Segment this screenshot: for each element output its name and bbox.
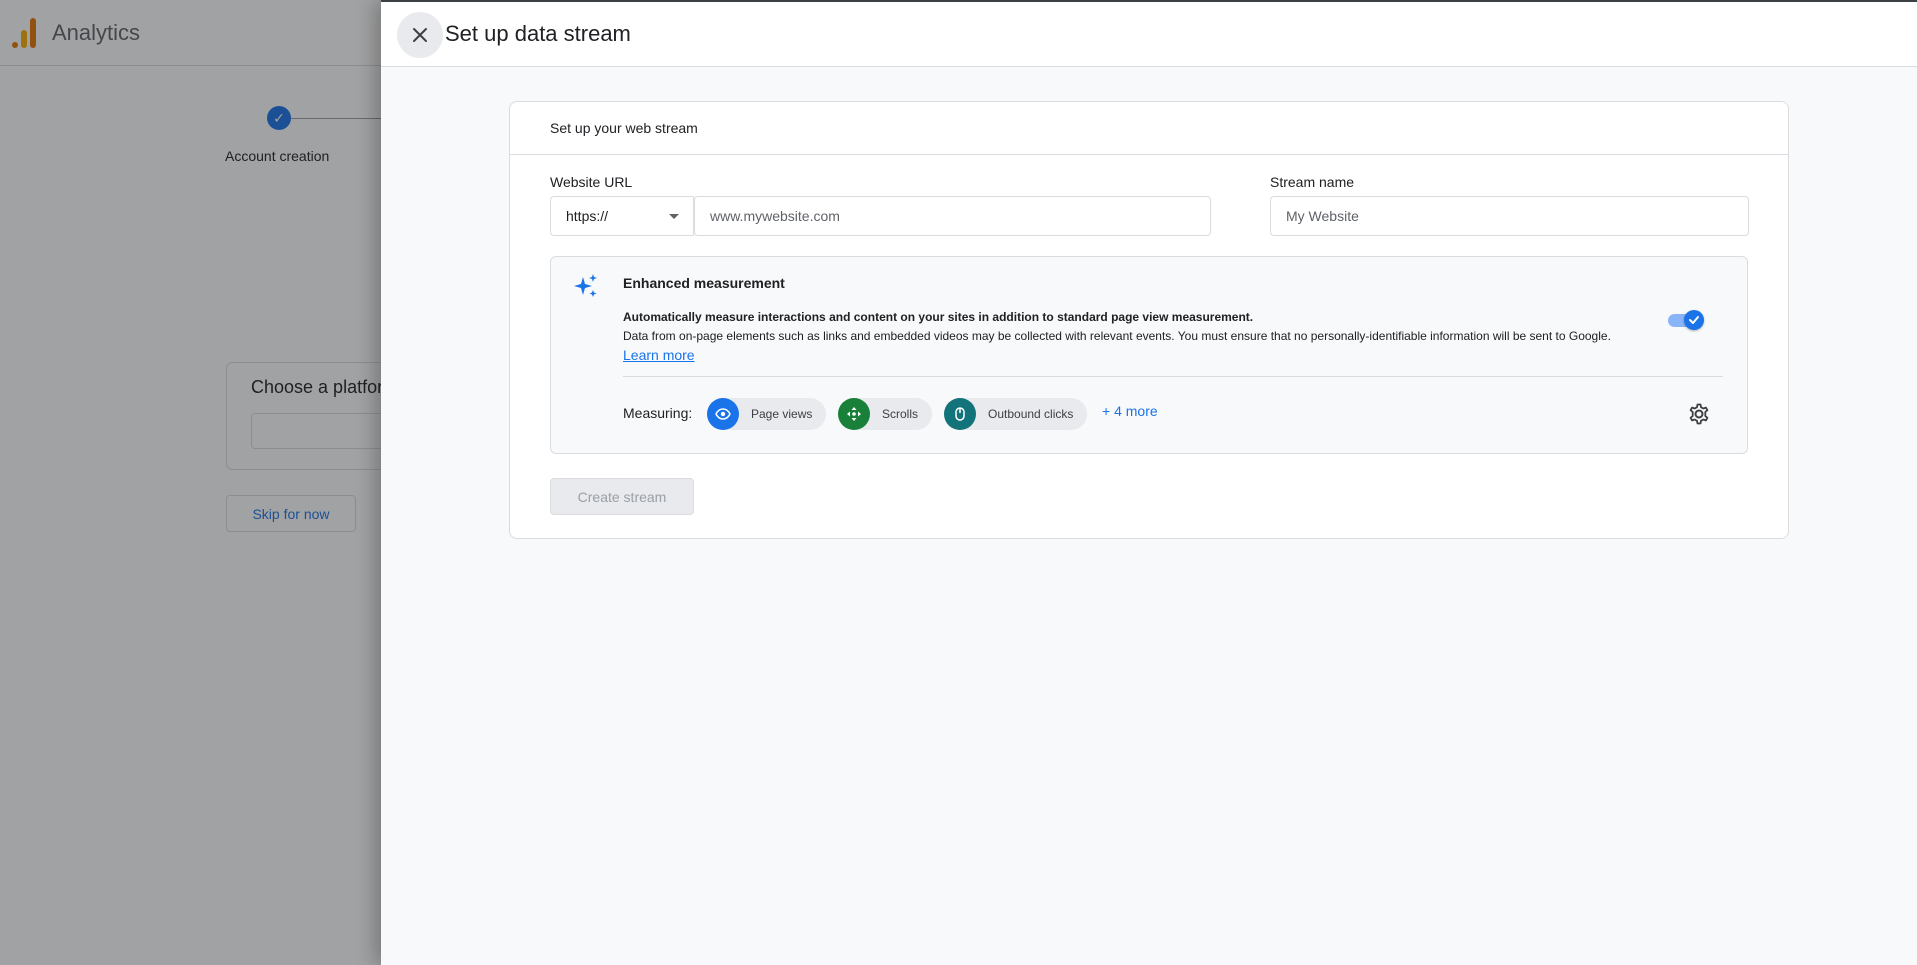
close-icon bbox=[413, 28, 427, 42]
measuring-label: Measuring: bbox=[623, 405, 693, 421]
scroll-icon bbox=[838, 398, 870, 430]
more-events-link[interactable]: + 4 more bbox=[1102, 403, 1158, 419]
chip-label: Page views bbox=[751, 407, 813, 421]
drawer-header: Set up data stream bbox=[381, 2, 1917, 67]
chip-outbound-clicks[interactable]: Outbound clicks bbox=[944, 398, 1088, 430]
eye-icon bbox=[707, 398, 739, 430]
mouse-icon bbox=[944, 398, 976, 430]
website-url-label: Website URL bbox=[550, 174, 633, 190]
data-stream-drawer: Set up data stream Set up your web strea… bbox=[381, 0, 1917, 965]
toggle-check-icon bbox=[1684, 310, 1704, 330]
enhanced-measurement-description: Data from on-page elements such as links… bbox=[623, 329, 1611, 343]
stream-name-input[interactable] bbox=[1270, 196, 1749, 236]
protocol-select[interactable]: https:// bbox=[550, 196, 694, 236]
close-button[interactable] bbox=[397, 12, 443, 58]
divider bbox=[623, 376, 1723, 377]
gear-icon[interactable] bbox=[1687, 402, 1711, 426]
chip-page-views[interactable]: Page views bbox=[707, 398, 827, 430]
chip-label: Scrolls bbox=[882, 407, 919, 421]
website-url-input[interactable] bbox=[694, 196, 1211, 236]
dropdown-arrow-icon bbox=[669, 214, 679, 219]
drawer-title: Set up data stream bbox=[445, 21, 631, 46]
chip-label: Outbound clicks bbox=[988, 407, 1074, 421]
web-stream-panel: Set up your web stream Website URL https… bbox=[509, 101, 1789, 539]
enhanced-measurement-toggle[interactable] bbox=[1668, 309, 1706, 331]
learn-more-link[interactable]: Learn more bbox=[623, 347, 695, 363]
stream-name-label: Stream name bbox=[1270, 174, 1355, 190]
chip-scrolls[interactable]: Scrolls bbox=[838, 398, 933, 430]
enhanced-measurement-summary: Automatically measure interactions and c… bbox=[623, 310, 1254, 324]
protocol-value: https:// bbox=[566, 208, 609, 224]
panel-title: Set up your web stream bbox=[510, 102, 1788, 155]
enhanced-measurement-box: Enhanced measurement Automatically measu… bbox=[550, 256, 1748, 454]
enhanced-measurement-title: Enhanced measurement bbox=[623, 275, 785, 291]
sparkle-icon bbox=[574, 274, 597, 297]
create-stream-button[interactable]: Create stream bbox=[550, 478, 694, 515]
